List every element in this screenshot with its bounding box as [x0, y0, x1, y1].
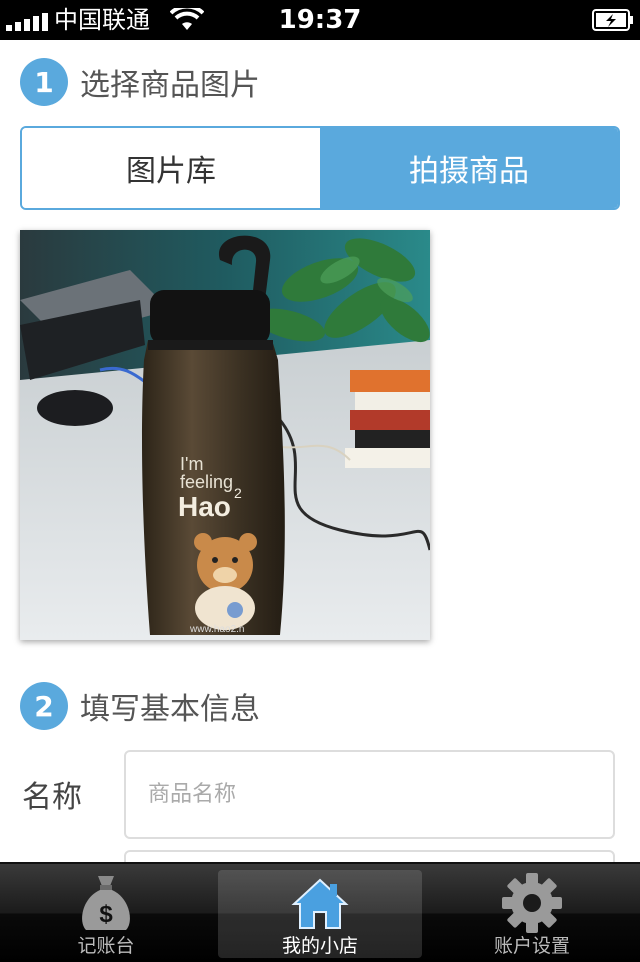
tab-label: 记账台: [77, 935, 135, 957]
segment-photo-library[interactable]: 图片库: [22, 128, 320, 208]
money-bag-icon: $: [82, 876, 130, 930]
tab-label: 账户设置: [493, 935, 570, 957]
name-field-label: 名称: [22, 780, 82, 815]
product-name-input[interactable]: [124, 750, 615, 839]
bottle-text-sup: 2: [234, 485, 242, 501]
status-time: 19:37: [278, 5, 362, 35]
step-number-badge: 1: [20, 58, 68, 106]
bear-mascot: [194, 533, 257, 630]
tab-bar: $ 记账台 我的小店 账户设置: [0, 862, 640, 962]
tab-my-shop[interactable]: 我的小店: [218, 870, 422, 958]
bottle-url-text: www.hao2.n: [189, 624, 244, 635]
image-source-segmented-control[interactable]: 图片库 拍摄商品: [20, 126, 620, 210]
tab-label: 我的小店: [281, 935, 358, 957]
section-header-select-image: 1 选择商品图片: [20, 58, 260, 106]
tab-account-settings[interactable]: 账户设置: [466, 864, 598, 962]
home-icon: [291, 878, 349, 929]
tab-accounting[interactable]: $ 记账台: [40, 864, 172, 962]
battery-charging-icon: [592, 9, 633, 31]
bottle-text-hao: Hao: [178, 491, 231, 522]
status-bar: 中国联通 19:37: [0, 0, 640, 40]
water-bottle-photo-image: I'm feeling Hao 2 www.hao2.n: [20, 230, 430, 640]
svg-text:$: $: [99, 901, 113, 928]
bottle-text-feeling: feeling: [180, 472, 233, 492]
bottle-text-im: I'm: [180, 454, 203, 474]
segment-take-photo[interactable]: 拍摄商品: [320, 128, 618, 208]
product-photo[interactable]: I'm feeling Hao 2 www.hao2.n: [20, 230, 430, 640]
section-title: 填写基本信息: [80, 692, 260, 727]
section-header-basic-info: 2 填写基本信息: [20, 682, 260, 730]
section-title: 选择商品图片: [80, 68, 260, 103]
step-number-badge: 2: [20, 682, 68, 730]
gear-icon: [502, 873, 562, 933]
